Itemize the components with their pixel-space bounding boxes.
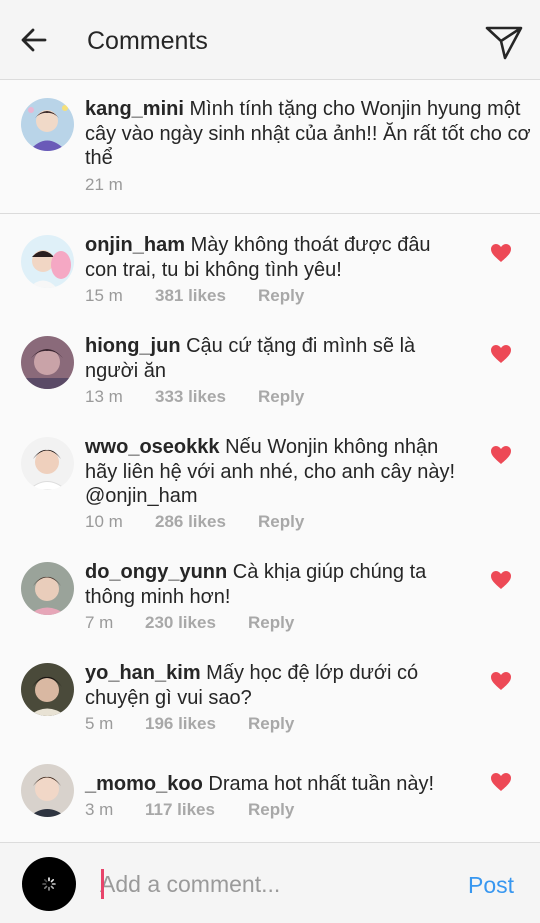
text-cursor (101, 869, 104, 899)
avatar[interactable] (21, 336, 74, 389)
comment-item: yo_han_kim Mấy học đệ lớp dưới có chuyện… (0, 642, 540, 743)
username[interactable]: yo_han_kim (85, 662, 201, 684)
comment-meta: 7 m 230 likes Reply (85, 612, 385, 634)
likes-count[interactable]: 286 likes (155, 511, 226, 533)
avatar[interactable] (21, 98, 74, 151)
back-arrow-icon[interactable] (18, 24, 50, 56)
comment-text: _momo_koo Drama hot nhất tuần này! (85, 772, 475, 797)
avatar[interactable] (21, 437, 74, 490)
heart-icon[interactable] (490, 772, 512, 792)
page-title: Comments (87, 27, 208, 55)
reply-link[interactable]: Reply (248, 713, 294, 735)
heart-icon[interactable] (490, 570, 512, 590)
comment-meta: 10 m 286 likes Reply (85, 511, 385, 533)
comment-input[interactable] (100, 867, 440, 901)
reply-link[interactable]: Reply (248, 799, 294, 821)
likes-count[interactable]: 230 likes (145, 612, 216, 634)
caption-meta: 21 m (85, 174, 285, 196)
timestamp: 13 m (85, 387, 123, 406)
post-button[interactable]: Post (468, 871, 514, 899)
loading-spinner-icon (42, 877, 56, 891)
avatar (22, 857, 76, 911)
username[interactable]: onjin_ham (85, 234, 185, 256)
comment-item: wwo_oseokkk Nếu Wonjin không nhận hãy li… (0, 416, 540, 541)
username[interactable]: kang_mini (85, 98, 184, 120)
caption-text: kang_mini Mình tính tặng cho Wonjin hyun… (85, 97, 540, 171)
likes-count[interactable]: 333 likes (155, 386, 226, 408)
comment-meta: 3 m 117 likes Reply (85, 799, 385, 821)
comment-body: Drama hot nhất tuần này! (208, 773, 435, 795)
comment-item: _momo_koo Drama hot nhất tuần này! 3 m 1… (0, 743, 540, 842)
comment-composer: Post (0, 842, 540, 923)
likes-count[interactable]: 196 likes (145, 713, 216, 735)
heart-icon[interactable] (490, 344, 512, 364)
comment-item: onjin_ham Mày không thoát được đâu con t… (0, 214, 540, 315)
username[interactable]: do_ongy_yunn (85, 561, 227, 583)
timestamp: 3 m (85, 800, 114, 819)
username[interactable]: wwo_oseokkk (85, 436, 220, 458)
timestamp: 7 m (85, 613, 114, 632)
post-caption: kang_mini Mình tính tặng cho Wonjin hyun… (0, 80, 540, 214)
avatar[interactable] (21, 663, 74, 716)
heart-icon[interactable] (490, 445, 512, 465)
comment-meta: 5 m 196 likes Reply (85, 713, 385, 735)
comment-text: onjin_ham Mày không thoát được đâu con t… (85, 233, 455, 282)
heart-icon[interactable] (490, 671, 512, 691)
comment-meta: 15 m 381 likes Reply (85, 285, 385, 307)
reply-link[interactable]: Reply (258, 511, 304, 533)
comment-meta: 13 m 333 likes Reply (85, 386, 385, 408)
comment-item: do_ongy_yunn Cà khịa giúp chúng ta thông… (0, 541, 540, 642)
reply-link[interactable]: Reply (248, 612, 294, 634)
reply-link[interactable]: Reply (258, 285, 304, 307)
reply-link[interactable]: Reply (258, 386, 304, 408)
timestamp: 10 m (85, 512, 123, 531)
avatar[interactable] (21, 562, 74, 615)
comment-text: yo_han_kim Mấy học đệ lớp dưới có chuyện… (85, 661, 430, 710)
top-bar: Comments (0, 0, 540, 80)
heart-icon[interactable] (490, 243, 512, 263)
username[interactable]: hiong_jun (85, 335, 181, 357)
likes-count[interactable]: 381 likes (155, 285, 226, 307)
timestamp: 5 m (85, 714, 114, 733)
likes-count[interactable]: 117 likes (145, 799, 215, 821)
comment-text: do_ongy_yunn Cà khịa giúp chúng ta thông… (85, 560, 445, 609)
timestamp: 21 m (85, 175, 123, 194)
paper-plane-icon[interactable] (484, 22, 524, 62)
timestamp: 15 m (85, 286, 123, 305)
comment-text: hiong_jun Cậu cứ tặng đi mình sẽ là ngườ… (85, 334, 435, 383)
username[interactable]: _momo_koo (85, 773, 203, 795)
comment-text: wwo_oseokkk Nếu Wonjin không nhận hãy li… (85, 435, 470, 509)
comment-item: hiong_jun Cậu cứ tặng đi mình sẽ là ngườ… (0, 315, 540, 416)
avatar[interactable] (21, 235, 74, 288)
avatar[interactable] (21, 764, 74, 817)
